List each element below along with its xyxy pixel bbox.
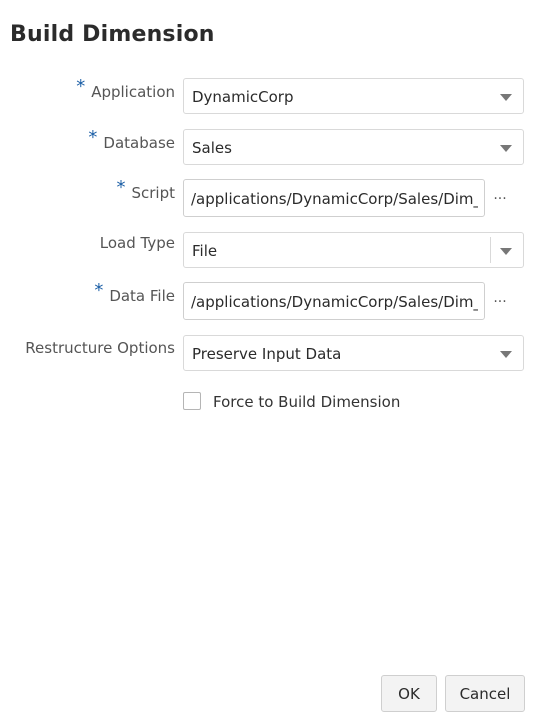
database-select[interactable]: Sales (183, 129, 524, 165)
build-dimension-dialog: Build Dimension * Application DynamicCorp… (0, 0, 535, 727)
load-type-value: File (192, 242, 218, 260)
script-row: * Script /applications/DynamicCorp/Sales/… (0, 177, 535, 219)
application-value: DynamicCorp (192, 88, 294, 106)
load-type-label: Load Type (99, 234, 175, 252)
script-label: Script (131, 184, 175, 202)
database-value: Sales (192, 139, 232, 157)
database-required-marker: * (88, 127, 98, 148)
restructure-options-label: Restructure Options (25, 339, 175, 357)
data-file-row: * Data File /applications/DynamicCorp/Sal… (0, 280, 535, 322)
script-input[interactable]: /applications/DynamicCorp/Sales/Dim_ (183, 179, 485, 217)
restructure-options-select[interactable]: Preserve Input Data (183, 335, 524, 371)
application-select[interactable]: DynamicCorp (183, 78, 524, 114)
dialog-title: Build Dimension (10, 22, 215, 47)
force-build-label[interactable]: Force to Build Dimension (213, 393, 400, 411)
chevron-down-icon (500, 351, 512, 358)
restructure-options-value: Preserve Input Data (192, 345, 342, 363)
data-file-label: Data File (109, 287, 175, 305)
data-file-required-marker: * (94, 280, 104, 301)
application-label: Application (91, 83, 175, 101)
data-file-value: /applications/DynamicCorp/Sales/Dim_ (191, 293, 478, 311)
restructure-options-row: Restructure Options Preserve Input Data (0, 335, 535, 375)
database-label-wrap: * Database (88, 127, 175, 153)
application-required-marker: * (76, 76, 86, 97)
cancel-button[interactable]: Cancel (445, 675, 525, 712)
database-label: Database (103, 134, 175, 152)
script-value: /applications/DynamicCorp/Sales/Dim_ (191, 190, 478, 208)
script-required-marker: * (116, 177, 126, 198)
application-row: * Application DynamicCorp (0, 76, 535, 118)
chevron-down-icon (500, 145, 512, 152)
force-build-checkbox[interactable] (183, 392, 201, 410)
load-type-row: Load Type File (0, 232, 535, 272)
application-label-wrap: * Application (76, 76, 175, 102)
script-browse-button[interactable]: ··· (491, 189, 509, 209)
ok-button[interactable]: OK (381, 675, 437, 712)
select-divider (490, 237, 491, 263)
data-file-label-wrap: * Data File (94, 280, 175, 306)
database-row: * Database Sales (0, 127, 535, 169)
chevron-down-icon (500, 248, 512, 255)
script-label-wrap: * Script (116, 177, 175, 203)
data-file-browse-button[interactable]: ··· (491, 292, 509, 312)
data-file-input[interactable]: /applications/DynamicCorp/Sales/Dim_ (183, 282, 485, 320)
load-type-select[interactable]: File (183, 232, 524, 268)
chevron-down-icon (500, 94, 512, 101)
